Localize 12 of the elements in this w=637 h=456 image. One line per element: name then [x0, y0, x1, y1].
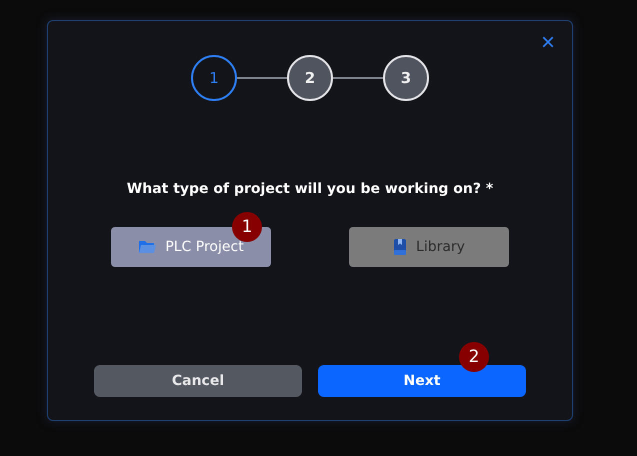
question-text: What type of project will you be working on? *: [126, 181, 494, 197]
step-marker: 1: [232, 212, 262, 242]
step-indicator: 3: [383, 55, 429, 101]
step-marker: 2: [459, 342, 489, 372]
cancel-button[interactable]: Cancel: [94, 365, 302, 397]
close-button[interactable]: ×: [538, 31, 558, 55]
book-icon: [393, 238, 408, 256]
next-button[interactable]: Next: [318, 365, 526, 397]
option-button[interactable]: Library: [349, 227, 509, 267]
step-indicator: 1: [191, 55, 237, 101]
step-indicator: 2: [287, 55, 333, 101]
folder-icon: [138, 239, 156, 255]
